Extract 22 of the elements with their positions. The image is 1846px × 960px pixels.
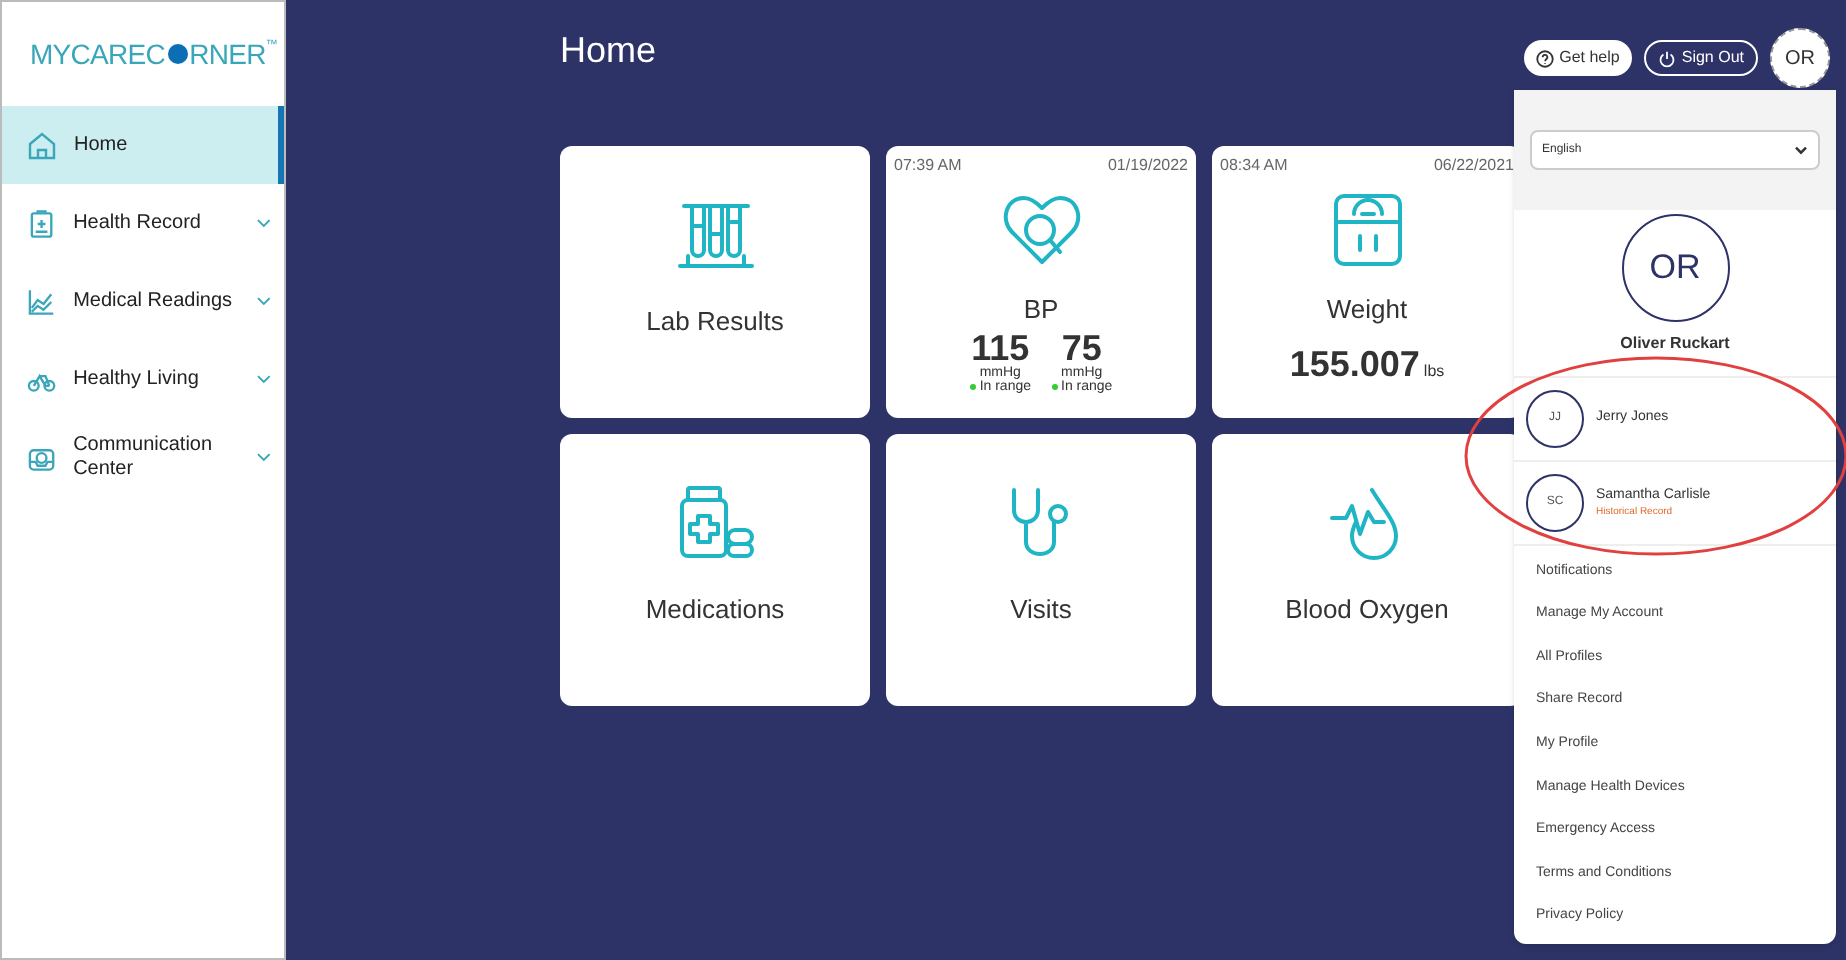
reading-value: 155.007 [1289,341,1420,387]
user-name: Oliver Ruckart [1620,332,1730,356]
reading-time: 07:39 AM [894,154,962,178]
dashboard-card[interactable]: Visits [886,434,1196,706]
avatar-button[interactable]: OR [1770,28,1830,88]
dashboard-card[interactable]: Medications [560,434,870,706]
card-title: Weight [1326,292,1408,328]
card-title: BP [1023,292,1059,328]
reading-unit: lbs [1423,359,1445,383]
sign-out-button[interactable]: Sign Out [1643,40,1758,76]
sidebar-item[interactable]: Home [2,106,284,184]
reading-value: 75 [1061,329,1102,365]
dashboard-card[interactable]: Lab Results [560,146,870,418]
get-help-button[interactable]: Get help [1523,40,1632,76]
user-avatar: OR [1621,214,1729,322]
logo-text: MYCAREC [30,35,166,73]
logo-text: RNER [189,35,266,73]
reading-time: 08:34 AM [1220,154,1288,178]
reading-date: 01/19/2022 [1107,154,1188,178]
reading-value: 115 [971,329,1030,365]
reading-date: 06/22/2021 [1433,154,1514,178]
page-title: Home [560,28,657,74]
